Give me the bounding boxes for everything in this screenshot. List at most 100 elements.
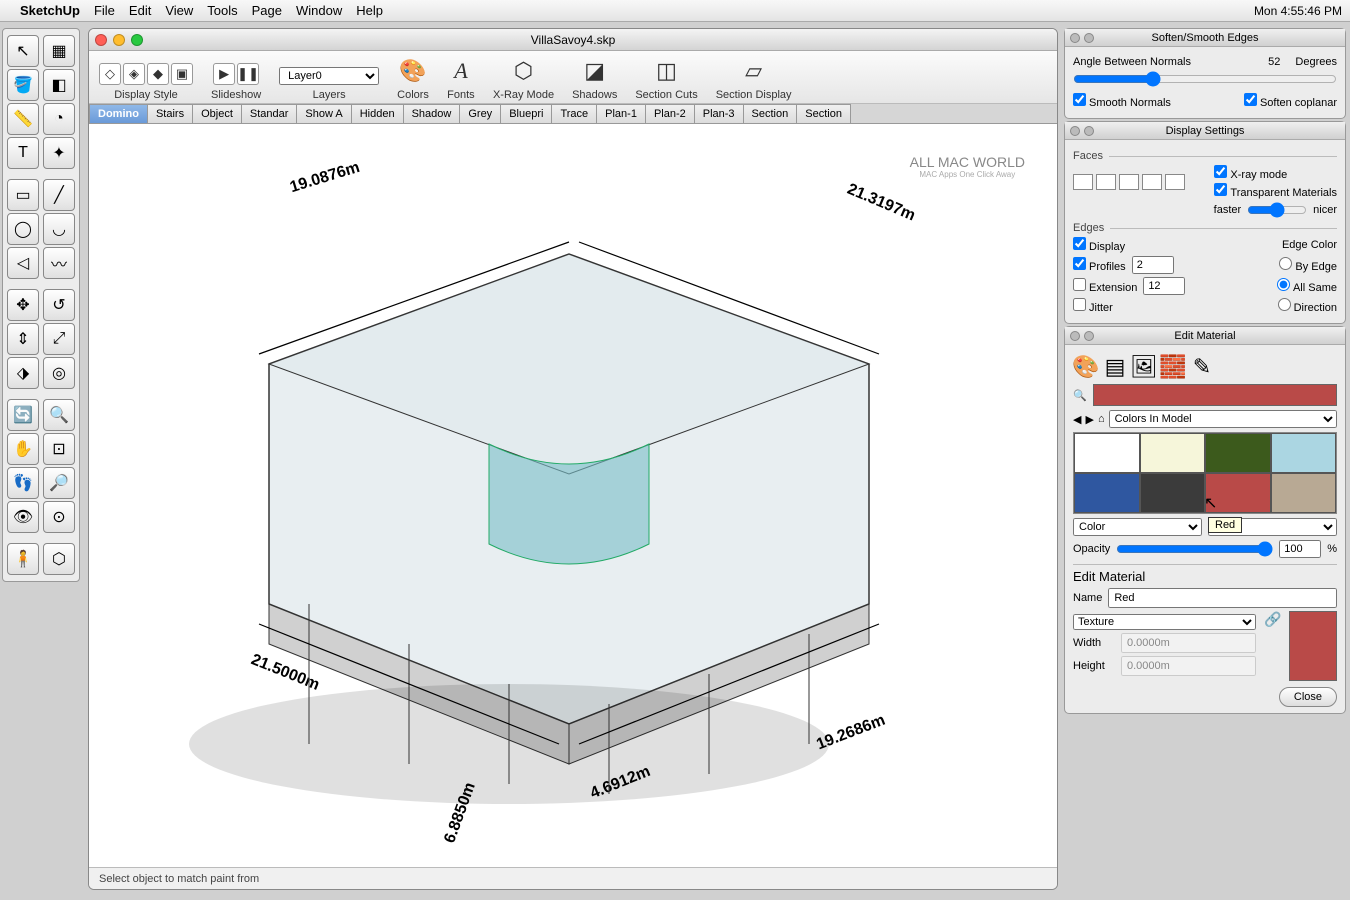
arc-tool[interactable]: ◡ xyxy=(43,213,75,245)
paint-tool[interactable]: 🪣 xyxy=(7,69,39,101)
smooth-normals-check[interactable]: Smooth Normals xyxy=(1073,93,1171,109)
tab-bluepri[interactable]: Bluepri xyxy=(500,104,552,123)
tab-plan-2[interactable]: Plan-2 xyxy=(645,104,695,123)
style-hidden-icon[interactable]: ◈ xyxy=(123,63,145,85)
panel-min-icon[interactable] xyxy=(1084,331,1094,341)
xray-icon[interactable]: ⬡ xyxy=(510,57,538,85)
zoom-extents-tool[interactable]: 🔎 xyxy=(43,467,75,499)
shadows-icon[interactable]: ◪ xyxy=(581,57,609,85)
opacity-input[interactable] xyxy=(1279,540,1321,558)
model-canvas[interactable]: ALL MAC WORLD MAC Apps One Click Away 19… xyxy=(89,124,1057,867)
profiles-check[interactable]: Profiles xyxy=(1073,257,1126,273)
tab-stairs[interactable]: Stairs xyxy=(147,104,193,123)
protractor-tool[interactable]: ◔ xyxy=(43,103,75,135)
panel-min-icon[interactable] xyxy=(1084,126,1094,136)
eraser-tool[interactable]: ◧ xyxy=(43,69,75,101)
extension-input[interactable] xyxy=(1143,277,1185,295)
panel-close-icon[interactable] xyxy=(1070,126,1080,136)
look-tool[interactable]: 👁 xyxy=(7,501,39,533)
layer-select[interactable]: Layer0 xyxy=(279,67,379,85)
walk-tool[interactable]: 👣 xyxy=(7,467,39,499)
texture-select[interactable]: Texture xyxy=(1073,614,1256,630)
play-icon[interactable]: ▶ xyxy=(213,63,235,85)
swatch-olive[interactable] xyxy=(1205,433,1271,473)
tab-plan-3[interactable]: Plan-3 xyxy=(694,104,744,123)
face-style-2[interactable] xyxy=(1096,174,1116,190)
swatch-lightblue[interactable] xyxy=(1271,433,1337,473)
orbit-tool[interactable]: 🔄 xyxy=(7,399,39,431)
nav-back-icon[interactable]: ◀ xyxy=(1073,413,1081,426)
swatch-white[interactable] xyxy=(1074,433,1140,473)
xray-mode-check[interactable]: X-ray mode xyxy=(1214,165,1337,181)
by-edge-radio[interactable]: By Edge xyxy=(1279,257,1337,273)
tab-standar[interactable]: Standar xyxy=(241,104,298,123)
minimize-window-icon[interactable] xyxy=(113,34,125,46)
colors-icon[interactable]: 🎨 xyxy=(399,57,427,85)
tab-hidden[interactable]: Hidden xyxy=(351,104,404,123)
style-shaded-icon[interactable]: ◆ xyxy=(147,63,169,85)
select-tool[interactable]: ↖ xyxy=(7,35,39,67)
section-cuts-icon[interactable]: ◫ xyxy=(653,57,681,85)
face-style-5[interactable] xyxy=(1165,174,1185,190)
width-input[interactable] xyxy=(1121,633,1256,653)
face-style-1[interactable] xyxy=(1073,174,1093,190)
close-window-icon[interactable] xyxy=(95,34,107,46)
polygon-tool[interactable]: ◁ xyxy=(7,247,39,279)
extension-check[interactable]: Extension xyxy=(1073,278,1137,294)
offset-tool[interactable]: ◎ xyxy=(43,357,75,389)
titlebar[interactable]: VillaSavoy4.skp xyxy=(89,29,1057,51)
panel-close-icon[interactable] xyxy=(1070,331,1080,341)
face-style-4[interactable] xyxy=(1142,174,1162,190)
material-list-icon[interactable]: ▤ xyxy=(1102,354,1128,380)
material-color-icon[interactable]: 🎨 xyxy=(1073,354,1099,380)
tab-section-2[interactable]: Section xyxy=(796,104,851,123)
tab-plan-1[interactable]: Plan-1 xyxy=(596,104,646,123)
style-texture-icon[interactable]: ▣ xyxy=(171,63,193,85)
tab-show-a[interactable]: Show A xyxy=(296,104,351,123)
person-tool[interactable]: 🧍 xyxy=(7,543,39,575)
zoom-window-tool[interactable]: ⊡ xyxy=(43,433,75,465)
opacity-slider[interactable] xyxy=(1116,541,1273,557)
jitter-check[interactable]: Jitter xyxy=(1073,298,1113,314)
section-tool[interactable]: ⬡ xyxy=(43,543,75,575)
menu-tools[interactable]: Tools xyxy=(207,3,237,18)
fonts-icon[interactable]: A xyxy=(447,57,475,85)
quality-slider[interactable] xyxy=(1247,202,1307,218)
zoom-tool[interactable]: 🔍 xyxy=(43,399,75,431)
freehand-tool[interactable]: 〰 xyxy=(43,247,75,279)
swatch-darkgrey[interactable] xyxy=(1140,473,1206,513)
menu-help[interactable]: Help xyxy=(356,3,383,18)
panel-close-icon[interactable] xyxy=(1070,33,1080,43)
swatch-cream[interactable] xyxy=(1140,433,1206,473)
library-select[interactable]: Colors In Model xyxy=(1109,410,1337,428)
nav-fwd-icon[interactable]: ▶ xyxy=(1085,413,1093,426)
material-name-input[interactable] xyxy=(1108,588,1337,608)
material-image-icon[interactable]: 🖼 xyxy=(1131,354,1157,380)
angle-slider[interactable] xyxy=(1073,71,1337,87)
tab-shadow[interactable]: Shadow xyxy=(403,104,461,123)
swatch-blue[interactable] xyxy=(1074,473,1140,513)
section-display-icon[interactable]: ▱ xyxy=(740,57,768,85)
position-camera-tool[interactable]: ⊙ xyxy=(43,501,75,533)
menu-file[interactable]: File xyxy=(94,3,115,18)
swatch-tan[interactable] xyxy=(1271,473,1337,513)
search-icon[interactable]: 🔍 xyxy=(1073,389,1087,402)
color-mode-select[interactable]: Color xyxy=(1073,518,1202,536)
tab-trace[interactable]: Trace xyxy=(551,104,597,123)
display-edges-check[interactable]: Display xyxy=(1073,237,1125,253)
rectangle-tool[interactable]: ▭ xyxy=(7,179,39,211)
move-tool[interactable]: ✥ xyxy=(7,289,39,321)
rotate-tool[interactable]: ↺ xyxy=(43,289,75,321)
tape-tool[interactable]: 📏 xyxy=(7,103,39,135)
menu-edit[interactable]: Edit xyxy=(129,3,151,18)
pan-tool[interactable]: ✋ xyxy=(7,433,39,465)
app-name[interactable]: SketchUp xyxy=(20,3,80,18)
direction-radio[interactable]: Direction xyxy=(1278,298,1337,314)
followme-tool[interactable]: ⬗ xyxy=(7,357,39,389)
style-wire-icon[interactable]: ◇ xyxy=(99,63,121,85)
home-icon[interactable]: ⌂ xyxy=(1098,413,1105,425)
profiles-input[interactable] xyxy=(1132,256,1174,274)
tab-object[interactable]: Object xyxy=(192,104,242,123)
text-tool[interactable]: T xyxy=(7,137,39,169)
close-button[interactable]: Close xyxy=(1279,687,1337,707)
